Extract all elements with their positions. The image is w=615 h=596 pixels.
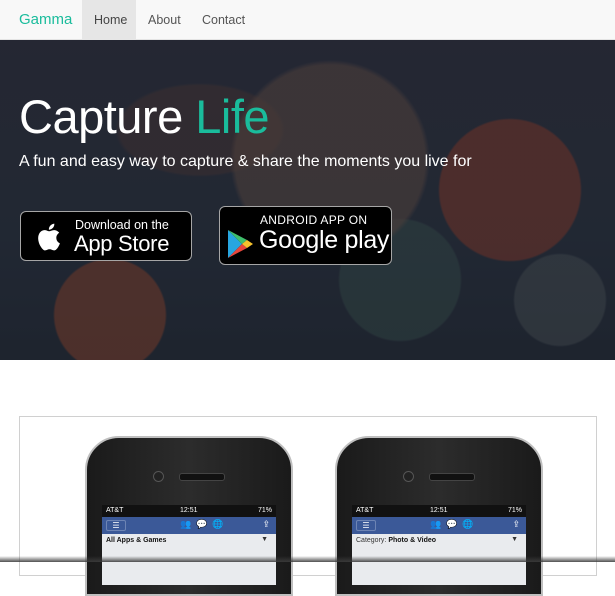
category-caption: Category: Photo & Video — [356, 537, 436, 544]
menu-icon: ☰ — [356, 520, 376, 531]
app-store-small-label: Download on the — [75, 218, 169, 232]
battery-label: 71% — [257, 507, 272, 514]
battery-label: 71% — [507, 507, 522, 514]
carrier-label: AT&T — [356, 507, 374, 514]
notification-icons: 👥💬🌐 — [430, 519, 479, 529]
hero-title-accent: Life — [195, 90, 270, 143]
app-store-button[interactable]: Download on the App Store — [20, 211, 192, 261]
hero-subtitle: A fun and easy way to capture & share th… — [19, 153, 472, 170]
dropdown-arrow-icon: ▼ — [261, 536, 268, 543]
speaker-grille — [429, 473, 475, 481]
camera-icon — [153, 471, 164, 482]
camera-icon — [403, 471, 414, 482]
status-bar: AT&T 12:51 71% — [352, 505, 526, 517]
app-toolbar: ☰ 👥💬🌐 ⇪ — [102, 517, 276, 534]
phone-mockup: AT&T 12:51 71% ☰ 👥💬🌐 ⇪ All Apps & Games … — [85, 436, 293, 596]
hero-section: Capture Life A fun and easy way to captu… — [0, 40, 615, 360]
share-icon: ⇪ — [512, 519, 520, 529]
phone-mockup: AT&T 12:51 71% ☰ 👥💬🌐 ⇪ Category: Photo &… — [335, 436, 543, 596]
nav-about[interactable]: About — [136, 0, 193, 40]
caption-label: Category: — [356, 537, 387, 544]
carrier-label: AT&T — [106, 507, 124, 514]
status-time: 12:51 — [180, 507, 198, 514]
google-play-button[interactable]: ANDROID APP ON Google play — [219, 206, 392, 265]
caption-value: All Apps & Games — [106, 537, 167, 544]
google-play-small-label: ANDROID APP ON — [260, 213, 368, 227]
phone-screen: AT&T 12:51 71% ☰ 👥💬🌐 ⇪ Category: Photo &… — [352, 505, 526, 585]
google-play-big-label: Google play — [259, 226, 390, 254]
speaker-grille — [179, 473, 225, 481]
nav-home[interactable]: Home — [82, 0, 136, 40]
share-icon: ⇪ — [262, 519, 270, 529]
brand-link[interactable]: Gamma — [19, 11, 72, 28]
app-store-big-label: App Store — [74, 231, 170, 256]
window-bottom-edge — [0, 556, 615, 562]
phone-screen: AT&T 12:51 71% ☰ 👥💬🌐 ⇪ All Apps & Games … — [102, 505, 276, 585]
category-caption: All Apps & Games — [106, 537, 166, 544]
menu-icon: ☰ — [106, 520, 126, 531]
status-time: 12:51 — [430, 507, 448, 514]
navbar: Gamma Home About Contact — [0, 0, 615, 40]
apple-icon — [35, 222, 61, 257]
app-toolbar: ☰ 👥💬🌐 ⇪ — [352, 517, 526, 534]
dropdown-arrow-icon: ▼ — [511, 536, 518, 543]
nav-contact[interactable]: Contact — [190, 0, 257, 40]
hero-title-main: Capture — [19, 90, 183, 143]
google-play-icon — [226, 229, 254, 264]
caption-value: Photo & Video — [388, 537, 437, 544]
hero-title: Capture Life — [19, 89, 270, 144]
screenshots-panel: AT&T 12:51 71% ☰ 👥💬🌐 ⇪ All Apps & Games … — [19, 416, 597, 596]
notification-icons: 👥💬🌐 — [180, 519, 229, 529]
status-bar: AT&T 12:51 71% — [102, 505, 276, 517]
